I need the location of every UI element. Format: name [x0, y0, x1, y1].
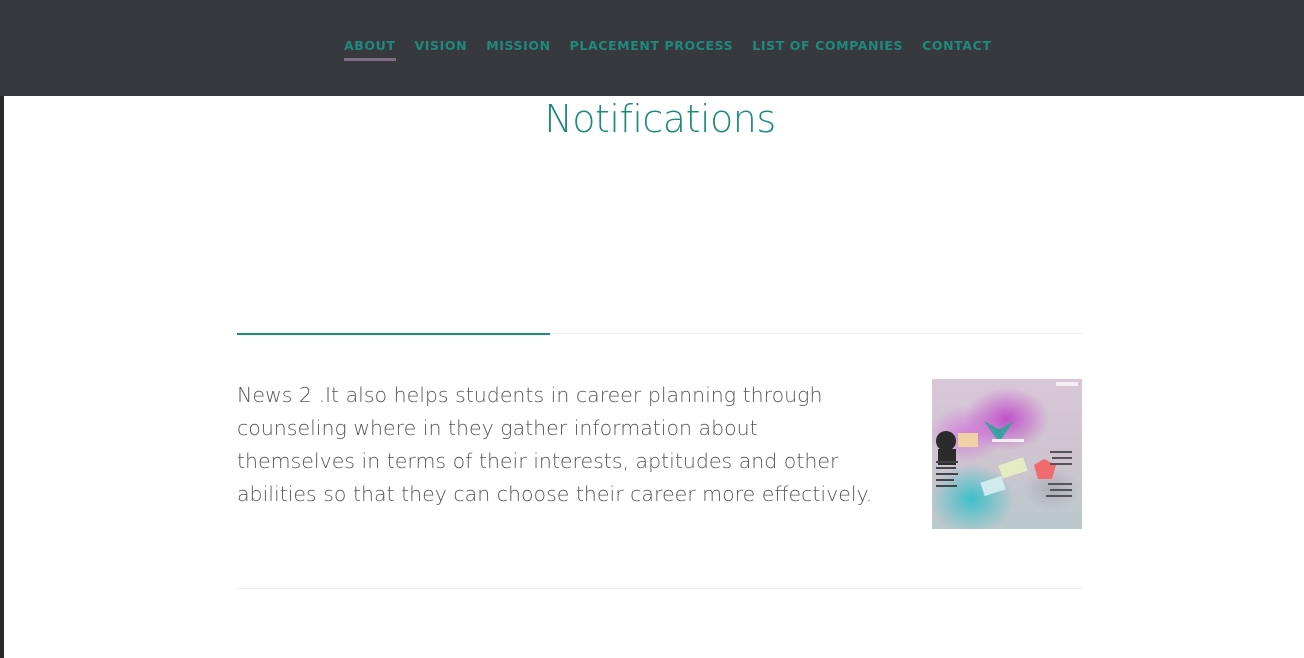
nav-list-of-companies[interactable]: LIST OF COMPANIES	[752, 38, 903, 59]
main-nav: ABOUT VISION MISSION PLACEMENT PROCESS L…	[344, 38, 1010, 61]
nav-contact[interactable]: CONTACT	[922, 38, 991, 59]
nav-about[interactable]: ABOUT	[344, 38, 396, 61]
poster-image-icon	[936, 382, 1078, 497]
news-item-text: News 2 .It also helps students in career…	[237, 383, 873, 506]
nav-vision[interactable]: VISION	[415, 38, 468, 59]
active-tab-indicator[interactable]	[237, 333, 550, 335]
news-item-image[interactable]	[932, 379, 1082, 529]
nav-placement-process[interactable]: PLACEMENT PROCESS	[570, 38, 734, 59]
page-title: Notifications	[544, 97, 776, 141]
nav-mission[interactable]: MISSION	[486, 38, 550, 59]
bottom-divider	[237, 588, 1082, 589]
top-navbar: ABOUT VISION MISSION PLACEMENT PROCESS L…	[0, 0, 1304, 96]
